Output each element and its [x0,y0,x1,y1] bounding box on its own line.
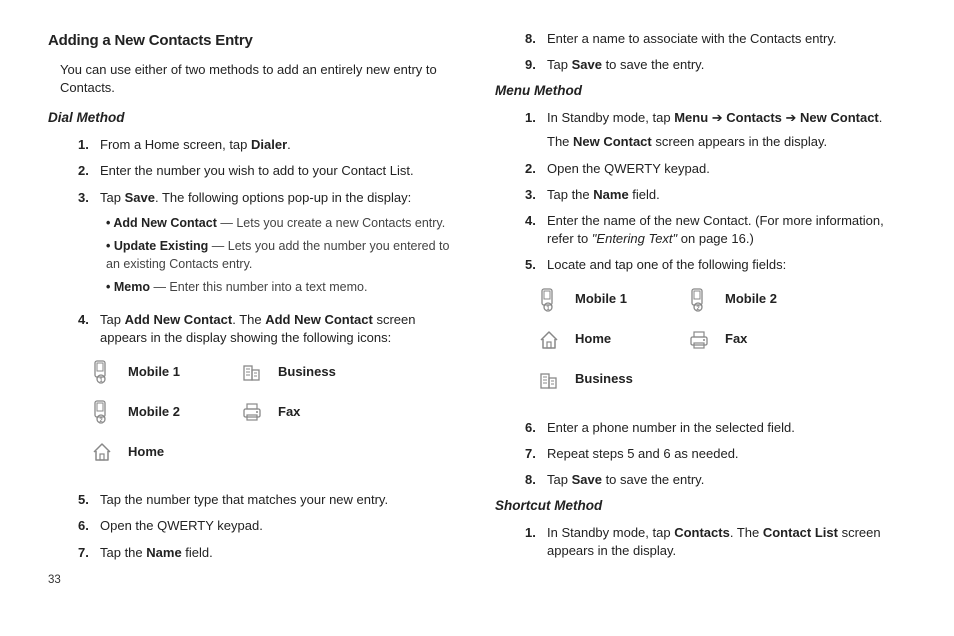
section-title: Adding a New Contacts Entry [48,30,459,51]
mobile2-icon [88,399,114,425]
intro-text: You can use either of two methods to add… [60,61,459,97]
icon-item-fax: Fax [685,327,835,353]
step-3: 3. Tap Save. The following options pop-u… [78,189,459,303]
icon-item-home: Home [88,439,238,465]
step-7: 7. Tap the Name field. [78,544,459,562]
menu-method-heading: Menu Method [495,82,906,101]
step-3-bullets: Add New Contact — Lets you create a new … [106,215,459,297]
business-icon [535,367,561,393]
dial-steps-right: 8. Enter a name to associate with the Co… [525,30,906,74]
bullet-memo: Memo — Enter this number into a text mem… [106,279,459,297]
step-4: 4. Tap Add New Contact. The Add New Cont… [78,311,459,347]
dial-steps-list: 1. From a Home screen, tap Dialer. 2. En… [78,136,459,347]
left-column: Adding a New Contacts Entry You can use … [48,30,459,588]
mobile1-icon [88,359,114,385]
home-icon [535,327,561,353]
menu-step-7: 7. Repeat steps 5 and 6 as needed. [525,445,906,463]
menu-step-8: 8. Tap Save to save the entry. [525,471,906,489]
dial-icon-grid: Mobile 1 Business Mobile 2 Fax Home [88,359,459,479]
dial-steps-list-cont: 5. Tap the number type that matches your… [78,491,459,562]
dial-method-heading: Dial Method [48,109,459,128]
step-9: 9. Tap Save to save the entry. [525,56,906,74]
icon-item-mobile1: Mobile 1 [88,359,238,385]
bullet-update-existing: Update Existing — Lets you add the numbe… [106,238,459,273]
icon-item-business: Business [535,367,685,393]
shortcut-step-1: 1. In Standby mode, tap Contacts. The Co… [525,524,906,560]
menu-step-1: 1. In Standby mode, tap Menu ➔ Contacts … [525,109,906,151]
menu-step-4: 4. Enter the name of the new Contact. (F… [525,212,906,248]
menu-step-5: 5. Locate and tap one of the following f… [525,256,906,274]
menu-step-2: 2. Open the QWERTY keypad. [525,160,906,178]
mobile1-icon [535,287,561,313]
step-2: 2. Enter the number you wish to add to y… [78,162,459,180]
menu-steps-list: 1. In Standby mode, tap Menu ➔ Contacts … [525,109,906,274]
home-icon [88,439,114,465]
fax-icon [685,327,711,353]
shortcut-method-heading: Shortcut Method [495,497,906,516]
icon-item-mobile2: Mobile 2 [685,287,835,313]
right-column: 8. Enter a name to associate with the Co… [495,30,906,588]
step-8: 8. Enter a name to associate with the Co… [525,30,906,48]
page-columns: Adding a New Contacts Entry You can use … [48,30,906,588]
step-1: 1. From a Home screen, tap Dialer. [78,136,459,154]
menu-step-6: 6. Enter a phone number in the selected … [525,419,906,437]
page-number: 33 [48,572,459,588]
step-5: 5. Tap the number type that matches your… [78,491,459,509]
shortcut-steps-list: 1. In Standby mode, tap Contacts. The Co… [525,524,906,560]
bullet-add-new: Add New Contact — Lets you create a new … [106,215,459,233]
fax-icon [238,399,264,425]
step-6: 6. Open the QWERTY keypad. [78,517,459,535]
menu-steps-list-cont: 6. Enter a phone number in the selected … [525,419,906,490]
icon-item-mobile2: Mobile 2 [88,399,238,425]
menu-icon-grid: Mobile 1 Mobile 2 Home Fax Business [535,287,906,407]
mobile2-icon [685,287,711,313]
icon-item-home: Home [535,327,685,353]
menu-step-3: 3. Tap the Name field. [525,186,906,204]
icon-item-fax: Fax [238,399,388,425]
icon-item-business: Business [238,359,388,385]
business-icon [238,359,264,385]
icon-item-mobile1: Mobile 1 [535,287,685,313]
